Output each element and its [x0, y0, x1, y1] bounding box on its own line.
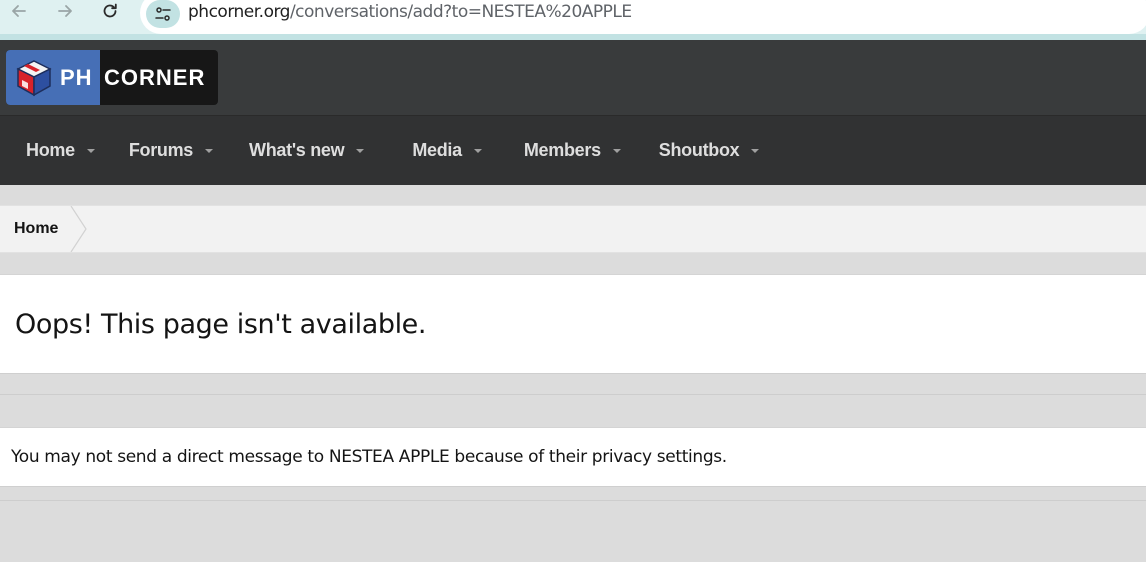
- nav-item-label: What's new: [249, 140, 345, 160]
- site-settings-icon: [155, 7, 171, 21]
- breadcrumb-item-home[interactable]: Home: [0, 206, 58, 252]
- address-bar[interactable]: phcorner.org/conversations/add?to=NESTEA…: [140, 0, 1146, 34]
- chevron-down-icon[interactable]: [751, 148, 760, 153]
- page-title: Oops! This page isn't available.: [15, 309, 427, 340]
- reload-icon: [103, 3, 117, 18]
- nav-item-whats-new[interactable]: What's new: [233, 116, 380, 186]
- cube-logo-icon: [16, 59, 52, 96]
- browser-toolbar: phcorner.org/conversations/add?to=NESTEA…: [0, 0, 1146, 40]
- reload-button[interactable]: [97, 0, 123, 22]
- error-message: You may not send a direct message to NES…: [11, 447, 727, 467]
- back-arrow-icon: [12, 5, 26, 17]
- nav-item-home[interactable]: Home: [10, 116, 111, 186]
- back-button[interactable]: [6, 0, 32, 22]
- logo-text-ph: PH: [60, 64, 93, 90]
- chevron-down-icon[interactable]: [86, 148, 95, 153]
- nav-item-forums[interactable]: Forums: [113, 116, 229, 186]
- nav-item-label: Shoutbox: [658, 140, 740, 160]
- chevron-down-icon[interactable]: [205, 148, 214, 153]
- url-text[interactable]: phcorner.org/conversations/add?to=NESTEA…: [188, 1, 632, 23]
- breadcrumb-separator-icon: [70, 206, 87, 252]
- chevron-down-icon[interactable]: [356, 148, 365, 153]
- chevron-down-icon[interactable]: [473, 148, 482, 153]
- logo-text-corner: CORNER: [104, 64, 206, 90]
- section-divider: [0, 394, 1146, 395]
- nav-item-members[interactable]: Members: [508, 116, 637, 186]
- breadcrumb: Home: [0, 205, 1146, 253]
- main-navigation: Home Forums What's new Media Members Sho…: [0, 115, 1146, 185]
- page-title-block: Oops! This page isn't available.: [0, 274, 1146, 374]
- nav-item-label: Media: [412, 140, 462, 160]
- site-logo[interactable]: PH CORNER: [6, 50, 218, 105]
- nav-item-label: Home: [26, 140, 75, 160]
- section-divider: [0, 500, 1146, 501]
- nav-item-label: Members: [523, 140, 601, 160]
- chevron-down-icon[interactable]: [612, 148, 621, 153]
- nav-item-media[interactable]: Media: [396, 116, 498, 186]
- error-message-block: You may not send a direct message to NES…: [0, 427, 1146, 487]
- nav-item-shoutbox[interactable]: Shoutbox: [643, 116, 776, 186]
- forward-button[interactable]: [52, 0, 78, 22]
- url-domain: phcorner.org: [188, 2, 290, 22]
- nav-item-label: Forums: [128, 140, 194, 160]
- breadcrumb-label: Home: [14, 220, 59, 237]
- url-path: /conversations/add?to=NESTEA%20APPLE: [289, 2, 632, 22]
- logo-left-panel: PH: [6, 50, 100, 105]
- site-settings-button[interactable]: [146, 0, 180, 28]
- logo-right-panel: CORNER: [100, 50, 218, 105]
- site-header: PH CORNER: [0, 40, 1146, 115]
- forward-arrow-icon: [58, 5, 72, 17]
